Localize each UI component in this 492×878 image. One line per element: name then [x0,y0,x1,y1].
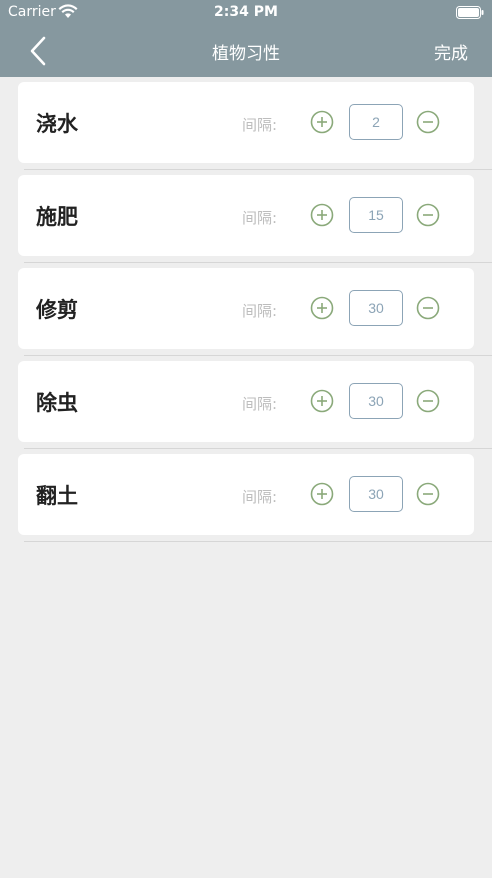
minus-circle-icon[interactable] [416,203,440,227]
interval-label: 间隔: [242,488,278,506]
plus-circle-icon[interactable] [310,110,334,134]
interval-value-field[interactable]: 30 [349,476,403,512]
interval-value-field[interactable]: 30 [349,290,403,326]
done-button[interactable]: 完成 [434,39,468,64]
minus-circle-icon[interactable] [416,110,440,134]
habit-label: 施肥 [36,205,78,229]
interval-label: 间隔: [242,209,278,227]
minus-circle-icon[interactable] [416,389,440,413]
habit-label: 修剪 [36,298,78,322]
row-divider [24,541,492,542]
habit-card: 浇水 间隔: 2 [18,82,474,163]
navigation-bar: 植物习性 完成 [0,28,492,74]
page-title: 植物习性 [212,44,280,64]
status-bar: Carrier 2:34 PM [0,0,492,26]
habit-label: 除虫 [36,391,78,415]
list-item: 修剪 间隔: 30 [0,263,492,356]
plus-circle-icon[interactable] [310,389,334,413]
clock: 2:34 PM [214,4,278,20]
plus-circle-icon[interactable] [310,482,334,506]
habit-label: 翻土 [36,484,78,508]
habit-card: 除虫 间隔: 30 [18,361,474,442]
list-item: 浇水 间隔: 2 [0,77,492,170]
interval-value-field[interactable]: 15 [349,197,403,233]
minus-circle-icon[interactable] [416,296,440,320]
habit-list: 浇水 间隔: 2 施肥 间隔: 15 修剪 间隔: 30 除虫 间隔: 30 翻… [0,77,492,542]
minus-circle-icon[interactable] [416,482,440,506]
interval-label: 间隔: [242,395,278,413]
interval-value-field[interactable]: 2 [349,104,403,140]
interval-label: 间隔: [242,116,278,134]
plus-circle-icon[interactable] [310,203,334,227]
list-item: 施肥 间隔: 15 [0,170,492,263]
list-item: 除虫 间隔: 30 [0,356,492,449]
interval-value-field[interactable]: 30 [349,383,403,419]
habit-card: 施肥 间隔: 15 [18,175,474,256]
header: Carrier 2:34 PM 植物习性 完成 [0,0,492,77]
habit-label: 浇水 [36,112,78,136]
battery-icon [456,6,484,19]
interval-label: 间隔: [242,302,278,320]
habit-card: 修剪 间隔: 30 [18,268,474,349]
list-item: 翻土 间隔: 30 [0,449,492,542]
habit-card: 翻土 间隔: 30 [18,454,474,535]
plus-circle-icon[interactable] [310,296,334,320]
